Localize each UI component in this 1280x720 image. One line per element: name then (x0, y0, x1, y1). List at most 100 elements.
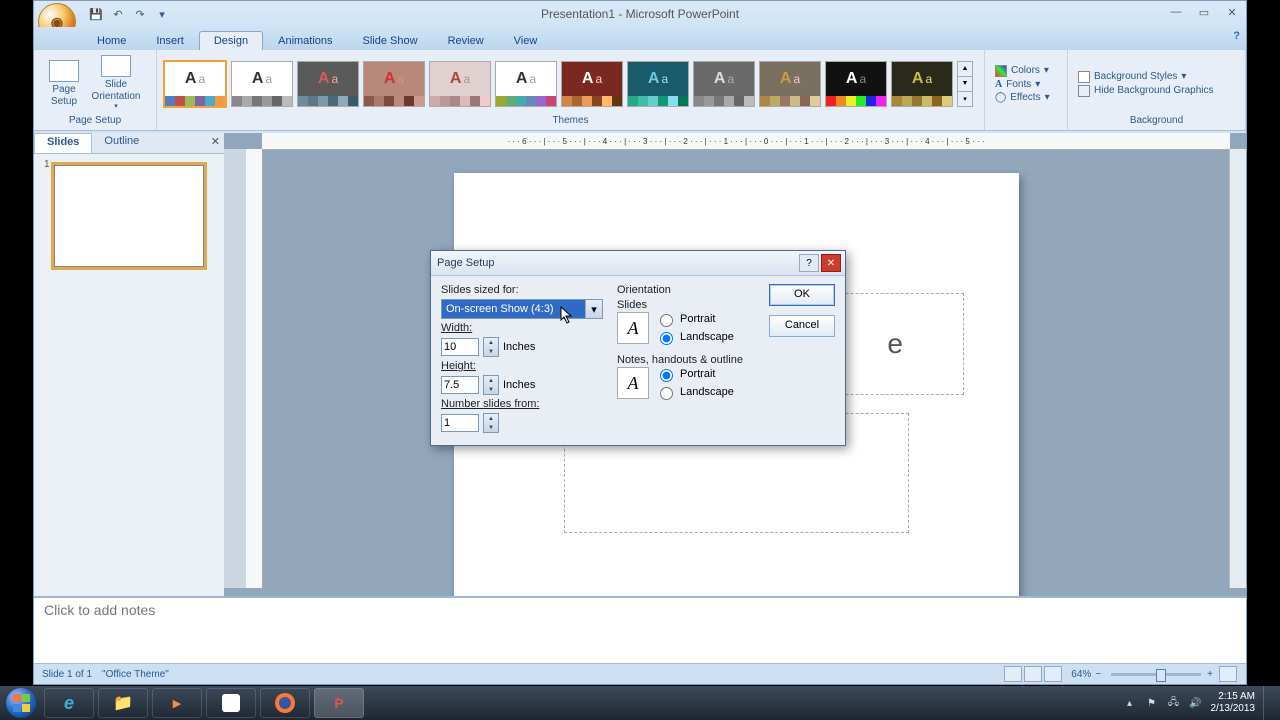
theme-thumb[interactable]: Aa (891, 61, 953, 107)
tab-animations[interactable]: Animations (263, 31, 347, 50)
maximize-button[interactable]: ▭ (1194, 4, 1214, 20)
status-bar: Slide 1 of 1 "Office Theme" 64% − + (34, 663, 1246, 684)
tab-view[interactable]: View (499, 31, 553, 50)
flag-icon[interactable]: ⚑ (1145, 696, 1159, 710)
slides-orientation-group: Slides A Portrait Landscape (617, 299, 755, 345)
taskbar-mediaplayer-button[interactable]: ▶ (152, 688, 202, 718)
theme-thumb[interactable]: Aa (495, 61, 557, 107)
theme-thumb[interactable]: Aa (759, 61, 821, 107)
width-input[interactable] (441, 338, 479, 356)
quick-access-toolbar: 💾 ↶ ↷ ▾ (88, 6, 170, 22)
theme-thumb[interactable]: Aa (363, 61, 425, 107)
theme-thumb[interactable]: Aa (231, 61, 293, 107)
fonts-dropdown[interactable]: AFonts ▾ (995, 79, 1050, 90)
network-icon[interactable]: 🖧 (1167, 696, 1181, 710)
theme-thumb[interactable]: Aa (429, 61, 491, 107)
view-normal-button[interactable] (1004, 666, 1022, 682)
fit-window-button[interactable] (1219, 666, 1237, 682)
themes-scroll-up[interactable]: ▲ (958, 62, 972, 77)
height-spinner[interactable]: ▲▼ (483, 375, 499, 395)
taskbar-firefox-button[interactable] (260, 688, 310, 718)
number-from-spinner[interactable]: ▲▼ (483, 413, 499, 433)
vertical-ruler (246, 149, 263, 588)
theme-thumb[interactable]: Aa (297, 61, 359, 107)
slides-landscape-radio[interactable]: Landscape (655, 329, 734, 345)
taskbar-explorer-button[interactable]: 📁 (98, 688, 148, 718)
slides-portrait-radio[interactable]: Portrait (655, 311, 734, 327)
view-slideshow-button[interactable] (1044, 666, 1062, 682)
theme-thumb[interactable]: Aa (561, 61, 623, 107)
undo-icon[interactable]: ↶ (110, 6, 126, 22)
theme-thumb[interactable]: Aa (693, 61, 755, 107)
taskbar-ie-button[interactable]: e (44, 688, 94, 718)
theme-thumb[interactable]: Aa (825, 61, 887, 107)
hide-bg-graphics-checkbox[interactable]: Hide Background Graphics (1078, 85, 1214, 97)
width-spinner[interactable]: ▲▼ (483, 337, 499, 357)
slide-thumbnail[interactable] (51, 162, 207, 270)
zoom-in-button[interactable]: + (1207, 669, 1213, 680)
show-desktop-button[interactable] (1263, 686, 1276, 720)
clock[interactable]: 2:15 AM 2/13/2013 (1211, 691, 1256, 715)
ok-button[interactable]: OK (769, 284, 835, 306)
slide-number: 1 (44, 159, 50, 170)
number-from-input[interactable] (441, 414, 479, 432)
notes-orientation-group: Notes, handouts & outline A Portrait Lan… (617, 354, 755, 400)
vertical-scrollbar[interactable] (1229, 149, 1246, 588)
tab-review[interactable]: Review (433, 31, 499, 50)
start-button[interactable] (0, 686, 42, 720)
redo-icon[interactable]: ↷ (132, 6, 148, 22)
outline-tab[interactable]: Outline (92, 133, 151, 153)
cancel-button[interactable]: Cancel (769, 315, 835, 337)
help-icon[interactable]: ? (1233, 30, 1240, 42)
dialog-titlebar[interactable]: Page Setup ? ✕ (431, 251, 845, 276)
ruler-tab-selector[interactable] (224, 149, 246, 588)
tab-design[interactable]: Design (199, 31, 263, 50)
sized-for-dropdown[interactable]: On-screen Show (4:3) ▾ (441, 299, 603, 319)
notes-pane[interactable]: Click to add notes (34, 596, 1246, 664)
tab-home[interactable]: Home (82, 31, 141, 50)
zoom-out-button[interactable]: − (1095, 669, 1101, 680)
ribbon: Page Setup Slide Orientation▾ Page Setup… (34, 50, 1246, 131)
group-label-themes: Themes (163, 115, 978, 128)
view-sorter-button[interactable] (1024, 666, 1042, 682)
themes-more-button[interactable]: ▾ (958, 92, 972, 106)
taskbar-app-button[interactable] (206, 688, 256, 718)
volume-icon[interactable]: 🔊 (1189, 696, 1203, 710)
effects-dropdown[interactable]: ◯Effects ▾ (995, 92, 1050, 103)
taskbar: e 📁 ▶ P ▴ ⚑ 🖧 🔊 2:15 AM 2/13/2013 (0, 686, 1280, 720)
height-label: Height: (441, 360, 603, 372)
system-tray: ▴ ⚑ 🖧 🔊 2:15 AM 2/13/2013 (1119, 686, 1280, 720)
themes-scroll-down[interactable]: ▼ (958, 77, 972, 92)
dialog-help-button[interactable]: ? (799, 254, 819, 272)
titlebar: ◉ 💾 ↶ ↷ ▾ Presentation1 - Microsoft Powe… (34, 1, 1246, 27)
slide-orientation-button[interactable]: Slide Orientation▾ (92, 54, 140, 114)
slides-tab[interactable]: Slides (34, 133, 92, 153)
notes-portrait-radio[interactable]: Portrait (655, 366, 734, 382)
tab-slideshow[interactable]: Slide Show (348, 31, 433, 50)
zoom-slider[interactable] (1111, 673, 1201, 676)
slides-panel: Slides Outline ✕ 1 (34, 133, 225, 604)
page-setup-button[interactable]: Page Setup (40, 54, 88, 114)
themes-gallery: Aa Aa Aa Aa Aa Aa Aa Aa Aa Aa Aa Aa ▲ ▼ … (163, 52, 978, 115)
qat-dropdown-icon[interactable]: ▾ (154, 6, 170, 22)
theme-thumb[interactable]: Aa (627, 61, 689, 107)
orientation-icon: A (617, 367, 649, 399)
theme-thumb-office[interactable]: Aa (163, 60, 227, 108)
tab-insert[interactable]: Insert (141, 31, 199, 50)
panel-close-icon[interactable]: ✕ (211, 135, 220, 148)
colors-dropdown[interactable]: Colors ▾ (995, 65, 1050, 77)
chevron-down-icon: ▾ (585, 300, 602, 318)
dialog-title: Page Setup (437, 257, 495, 269)
minimize-button[interactable]: — (1166, 4, 1186, 20)
save-icon[interactable]: 💾 (88, 6, 104, 22)
height-input[interactable] (441, 376, 479, 394)
orientation-label: Orientation (617, 284, 755, 296)
background-styles-dropdown[interactable]: Background Styles ▾ (1078, 71, 1214, 83)
tray-expand-icon[interactable]: ▴ (1123, 696, 1137, 710)
dialog-close-button[interactable]: ✕ (821, 254, 841, 272)
orientation-icon: A (617, 312, 649, 344)
status-theme: "Office Theme" (102, 669, 169, 680)
close-button[interactable]: ✕ (1222, 4, 1242, 20)
taskbar-powerpoint-button[interactable]: P (314, 688, 364, 718)
notes-landscape-radio[interactable]: Landscape (655, 384, 734, 400)
